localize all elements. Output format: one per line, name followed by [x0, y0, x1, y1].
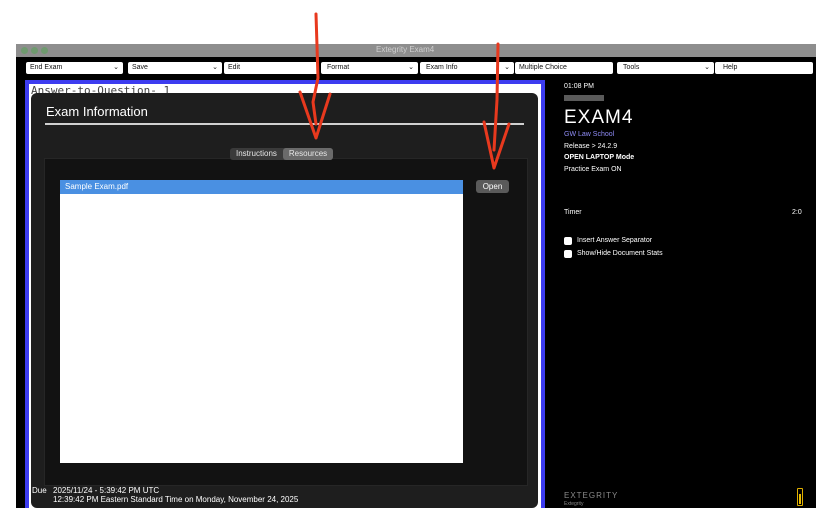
red-arrow-icon — [482, 42, 511, 170]
red-arrow-icon — [298, 12, 332, 140]
annotation-arrows — [298, 12, 511, 170]
